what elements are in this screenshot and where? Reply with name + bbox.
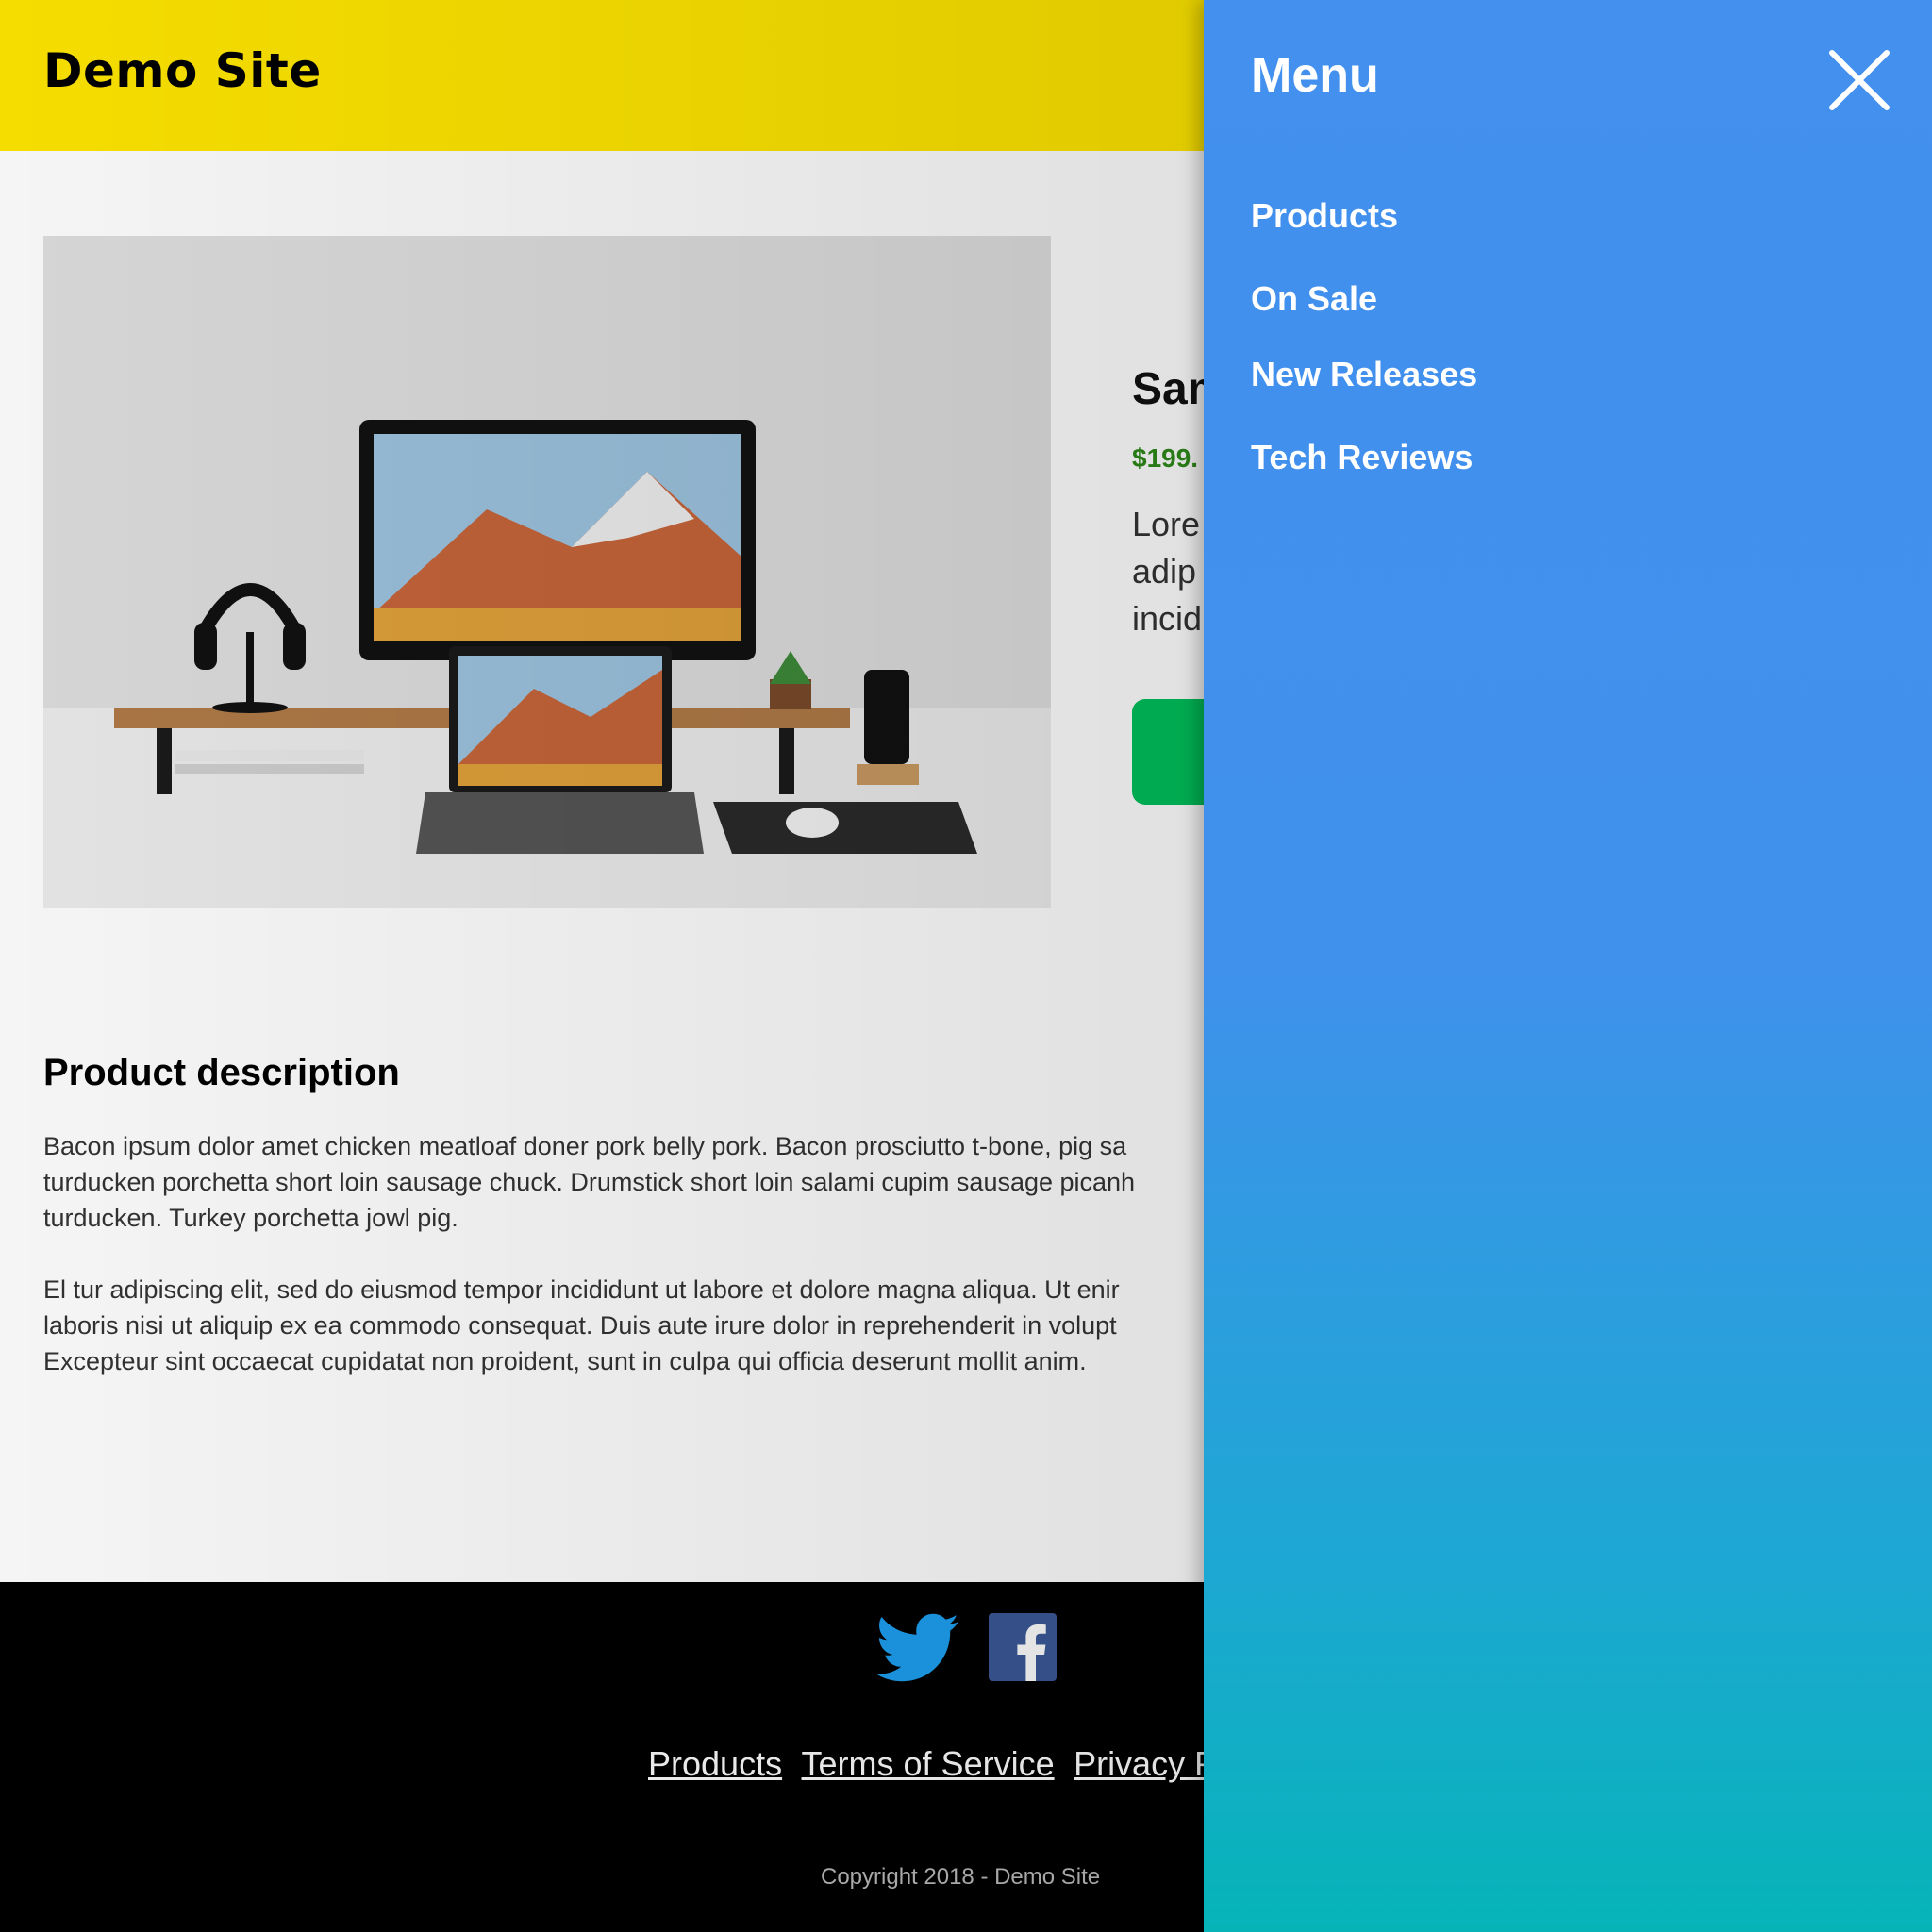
footer-link-privacy[interactable]: Privacy P [1074,1744,1217,1783]
side-menu: Menu Products On Sale New Releases Tech … [1204,0,1932,1932]
facebook-icon[interactable] [989,1613,1057,1681]
site-title[interactable]: Demo Site [43,43,322,98]
product-image [43,236,1051,908]
close-icon [1829,50,1890,110]
close-menu-button[interactable] [1826,47,1892,113]
menu-item-products[interactable]: Products [1251,196,1398,236]
menu-item-new-releases[interactable]: New Releases [1251,355,1477,394]
menu-title: Menu [1251,48,1379,103]
footer-links: Products Terms of Service Privacy P [648,1744,1232,1784]
description-heading: Product description [43,1052,400,1093]
copyright: Copyright 2018 - Demo Site [821,1864,1101,1890]
twitter-icon[interactable] [875,1613,958,1683]
menu-item-on-sale[interactable]: On Sale [1251,279,1377,319]
product-price: $199. [1132,443,1199,473]
footer-link-products[interactable]: Products [648,1744,782,1783]
menu-item-tech-reviews[interactable]: Tech Reviews [1251,438,1473,477]
footer-link-terms[interactable]: Terms of Service [802,1744,1055,1783]
